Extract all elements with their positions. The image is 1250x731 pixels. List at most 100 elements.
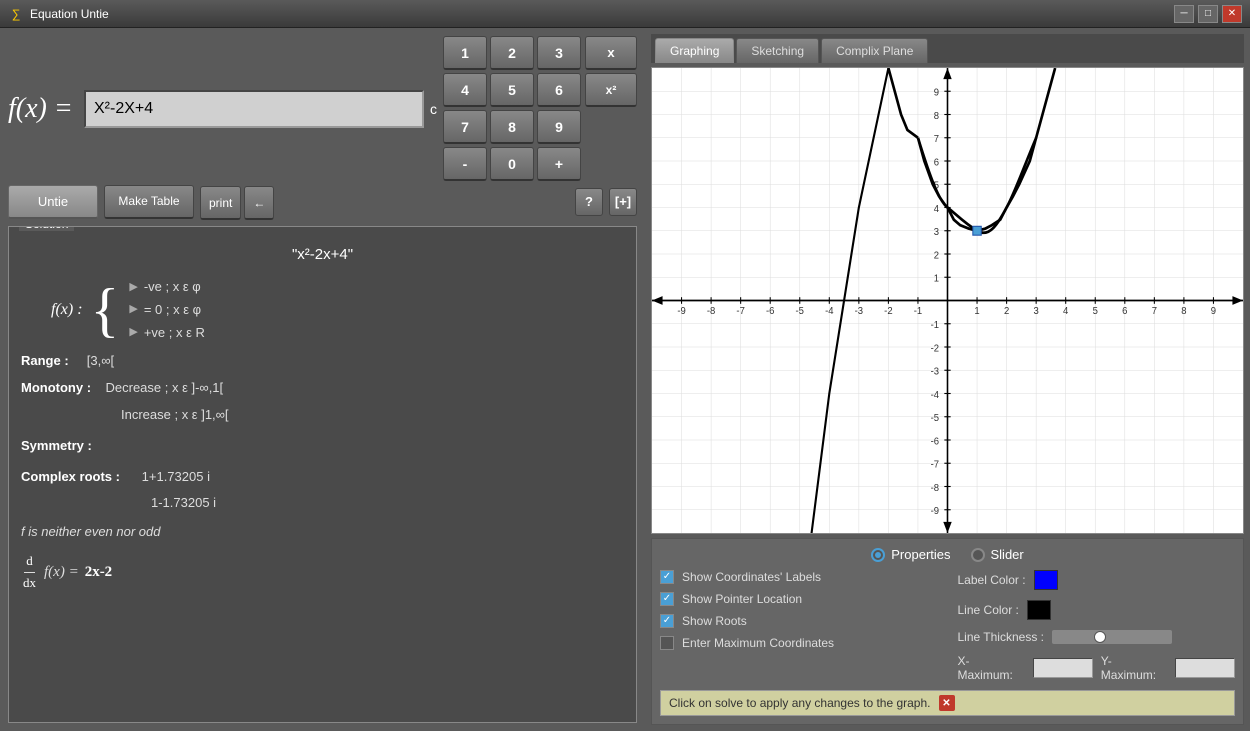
backspace-button[interactable]: ← bbox=[244, 186, 274, 220]
tab-graphing[interactable]: Graphing bbox=[655, 38, 734, 63]
status-close-button[interactable]: ✕ bbox=[939, 695, 955, 711]
enter-max-coords-row: Enter Maximum Coordinates bbox=[660, 636, 938, 650]
line-thickness-label: Line Thickness : bbox=[958, 630, 1045, 644]
solution-content: "x²-2x+4" f(x) : { ▶ -ve ; x ε φ ▶ = 0 ;… bbox=[21, 243, 624, 594]
increase-text: Increase ; x ε ]1,∞[ bbox=[121, 407, 229, 422]
num-1-button[interactable]: 1 bbox=[443, 36, 487, 70]
arrow-pos: ▶ bbox=[129, 324, 137, 342]
symmetry-line: Symmetry : bbox=[21, 436, 624, 457]
deriv-fraction: d dx bbox=[21, 551, 38, 594]
fx-label: f(x) = bbox=[8, 93, 78, 125]
slider-tab[interactable]: Slider bbox=[971, 547, 1024, 562]
function-input[interactable] bbox=[84, 90, 424, 128]
pos-row: ▶ +ve ; x ε R bbox=[129, 323, 205, 344]
svg-text:3: 3 bbox=[934, 227, 939, 238]
svg-text:-2: -2 bbox=[931, 343, 939, 354]
num-0-button[interactable]: 0 bbox=[490, 147, 534, 181]
slider-radio[interactable] bbox=[971, 548, 985, 562]
plus-button[interactable]: + bbox=[537, 147, 581, 181]
bottom-row-buttons: print ← bbox=[200, 186, 274, 220]
range-line: Range : [3,∞[ bbox=[21, 351, 624, 372]
num-7-button[interactable]: 7 bbox=[443, 110, 487, 144]
untie-button[interactable]: Untie bbox=[8, 185, 98, 219]
tab-complix-plane[interactable]: Complix Plane bbox=[821, 38, 928, 63]
properties-tab-label: Properties bbox=[891, 547, 950, 562]
num-5-button[interactable]: 5 bbox=[490, 73, 534, 107]
graph-container[interactable]: -9 -8 -7 -6 -5 -4 -3 -2 -1 1 2 3 4 5 6 7 bbox=[651, 67, 1244, 534]
show-roots-checkbox[interactable] bbox=[660, 614, 674, 628]
show-pointer-row: Show Pointer Location bbox=[660, 592, 938, 606]
line-color-swatch[interactable] bbox=[1027, 600, 1051, 620]
svg-text:-5: -5 bbox=[931, 413, 939, 424]
properties-tab[interactable]: Properties bbox=[871, 547, 950, 562]
close-button[interactable]: ✕ bbox=[1222, 5, 1242, 23]
svg-text:-4: -4 bbox=[825, 306, 834, 317]
neg-ve-text: -ve ; x ε φ bbox=[144, 277, 201, 298]
arrow-neg: ▶ bbox=[129, 279, 137, 297]
svg-text:-1: -1 bbox=[914, 306, 922, 317]
max-coords-row: X-Maximum: Y-Maximum: bbox=[958, 654, 1236, 682]
make-table-button[interactable]: Make Table bbox=[104, 185, 194, 219]
num-9-button[interactable]: 9 bbox=[537, 110, 581, 144]
app-icon: ∑ bbox=[8, 6, 24, 22]
label-color-row: Label Color : bbox=[958, 570, 1236, 590]
x-button[interactable]: x bbox=[585, 36, 637, 70]
show-roots-row: Show Roots bbox=[660, 614, 938, 628]
fx-colon-label: f(x) : bbox=[51, 297, 83, 323]
num-2-button[interactable]: 2 bbox=[490, 36, 534, 70]
num-3-button[interactable]: 3 bbox=[537, 36, 581, 70]
num-4-button[interactable]: 4 bbox=[443, 73, 487, 107]
thickness-handle bbox=[1094, 631, 1106, 643]
num-6-button[interactable]: 6 bbox=[537, 73, 581, 107]
solution-box: Solution "x²-2x+4" f(x) : { ▶ -ve ; x ε … bbox=[8, 226, 637, 723]
tab-sketching[interactable]: Sketching bbox=[736, 38, 819, 63]
symmetry-label: Symmetry : bbox=[21, 438, 92, 453]
minimize-button[interactable]: ─ bbox=[1174, 5, 1194, 23]
minus-button[interactable]: - bbox=[443, 147, 487, 181]
function-row: f(x) = c 1 2 3 4 5 6 7 8 9 - 0 + bbox=[8, 36, 637, 181]
root1-text: 1+1.73205 i bbox=[142, 469, 210, 484]
svg-text:7: 7 bbox=[1152, 306, 1157, 317]
y-max-input[interactable] bbox=[1175, 658, 1235, 678]
maximize-button[interactable]: □ bbox=[1198, 5, 1218, 23]
complex-roots-line: Complex roots : 1+1.73205 i bbox=[21, 467, 624, 488]
show-pointer-checkbox[interactable] bbox=[660, 592, 674, 606]
print-button[interactable]: print bbox=[200, 186, 241, 220]
line-thickness-row: Line Thickness : bbox=[958, 630, 1236, 644]
svg-text:6: 6 bbox=[1122, 306, 1127, 317]
line-color-label: Line Color : bbox=[958, 603, 1019, 617]
deriv-fx-label: f(x) = bbox=[44, 560, 79, 584]
num-8-button[interactable]: 8 bbox=[490, 110, 534, 144]
svg-text:8: 8 bbox=[1181, 306, 1186, 317]
enter-max-coords-checkbox[interactable] bbox=[660, 636, 674, 650]
svg-text:-6: -6 bbox=[931, 436, 939, 447]
help-button[interactable]: ? bbox=[575, 188, 603, 216]
show-coords-checkbox[interactable] bbox=[660, 570, 674, 584]
properties-radio[interactable] bbox=[871, 548, 885, 562]
svg-text:1: 1 bbox=[934, 273, 939, 284]
left-panel: f(x) = c 1 2 3 4 5 6 7 8 9 - 0 + bbox=[0, 28, 645, 731]
svg-text:-3: -3 bbox=[855, 306, 863, 317]
svg-text:9: 9 bbox=[1211, 306, 1216, 317]
show-coords-label: Show Coordinates' Labels bbox=[682, 570, 821, 584]
zero-text: = 0 ; x ε φ bbox=[144, 300, 201, 321]
parity-text: f is neither even nor odd bbox=[21, 524, 160, 539]
svg-text:3: 3 bbox=[1034, 306, 1039, 317]
expand-button[interactable]: [+] bbox=[609, 188, 637, 216]
graph-svg: -9 -8 -7 -6 -5 -4 -3 -2 -1 1 2 3 4 5 6 7 bbox=[652, 68, 1243, 533]
sign-chart: f(x) : { ▶ -ve ; x ε φ ▶ = 0 ; x ε φ ▶ bbox=[51, 277, 624, 343]
label-color-swatch[interactable] bbox=[1034, 570, 1058, 590]
solution-label: Solution bbox=[19, 226, 74, 231]
x-max-input[interactable] bbox=[1033, 658, 1093, 678]
line-thickness-slider[interactable] bbox=[1052, 630, 1172, 644]
x-squared-button[interactable]: x² bbox=[585, 73, 637, 107]
show-coords-row: Show Coordinates' Labels bbox=[660, 570, 938, 584]
parity-line: f is neither even nor odd bbox=[21, 522, 624, 543]
properties-tabs: Properties Slider bbox=[660, 547, 1235, 562]
numpad-area: 1 2 3 4 5 6 7 8 9 - 0 + x x² bbox=[443, 36, 637, 181]
svg-text:7: 7 bbox=[934, 134, 939, 145]
svg-text:-2: -2 bbox=[884, 306, 892, 317]
status-bar: Click on solve to apply any changes to t… bbox=[660, 690, 1235, 716]
range-label: Range : bbox=[21, 353, 69, 368]
properties-grid: Show Coordinates' Labels Show Pointer Lo… bbox=[660, 570, 1235, 682]
